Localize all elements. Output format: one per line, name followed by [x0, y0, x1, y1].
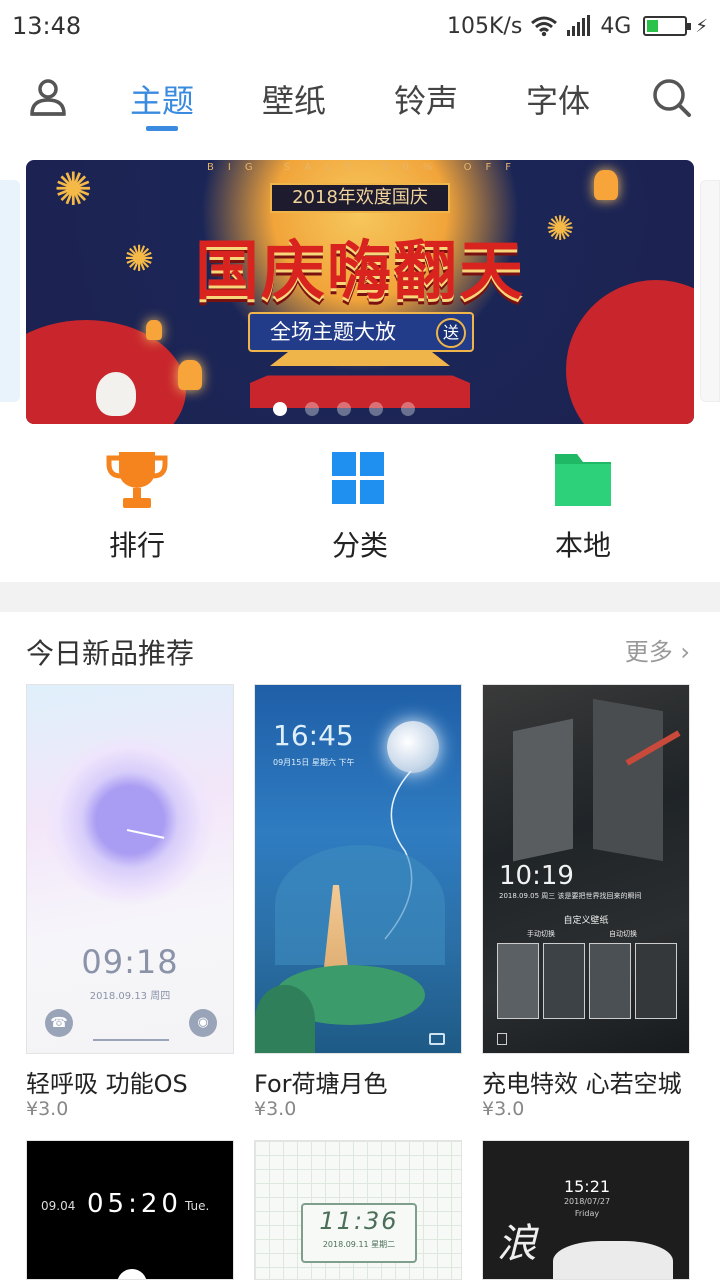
preview-date: 2018.09.13 周四 [89, 991, 171, 1002]
more-link-label: 更多 [624, 638, 673, 666]
entry-category-label: 分类 [331, 529, 388, 562]
theme-preview: 11:36 2018.09.11 星期二 [254, 1140, 462, 1280]
entry-category[interactable]: 分类 [280, 448, 440, 562]
active-tab-indicator [146, 126, 178, 131]
banner-page-dot-active[interactable] [273, 402, 287, 416]
status-bar: 13:48 105K/s 4G ⚡ [0, 0, 720, 52]
rabbit-decoration [96, 372, 136, 416]
lantern-decoration [178, 360, 202, 390]
lantern-decoration [146, 320, 162, 340]
unlock-bar-decoration [93, 1039, 169, 1041]
banner-page-dot[interactable] [305, 402, 319, 416]
banner-next-peek[interactable] [700, 180, 720, 402]
grid-icon [332, 452, 384, 504]
preview-option-a: 手动切换 [527, 930, 555, 938]
banner-subtitle: 全场主题大放 送 [248, 312, 474, 352]
section-divider [0, 582, 720, 612]
battery-icon [643, 16, 692, 36]
preview-clock: 10:19 [499, 861, 574, 891]
banner-subtitle-text: 全场主题大放 [270, 320, 396, 344]
preview-clock: 09:18 [81, 943, 179, 981]
preview-clock: 11:36 [319, 1207, 399, 1235]
folder-icon [555, 454, 611, 506]
preview-clock: 15:21 [563, 1177, 611, 1196]
preview-date: 2018.09.05 周三 该是要把世界找回来的瞬间 [499, 892, 642, 900]
banner-page-dot[interactable] [337, 402, 351, 416]
theme-name: For荷塘月色 [254, 1070, 388, 1098]
theme-price: ¥3.0 [254, 1098, 297, 1120]
building-decoration [593, 698, 663, 862]
section-title: 今日新品推荐 [26, 637, 195, 670]
preview-date: 2018.09.11 星期二 [322, 1240, 396, 1249]
preview-date: 2018/07/27 [563, 1197, 611, 1206]
banner-page-dot[interactable] [369, 402, 383, 416]
signal-icon [567, 15, 591, 36]
battery-mini-icon [497, 1033, 507, 1045]
calligraphy-decoration: 浪 [497, 1221, 537, 1267]
battery-level [647, 20, 659, 32]
theme-price: ¥3.0 [482, 1098, 525, 1120]
charging-icon: ⚡ [695, 15, 708, 37]
banner-title: 国庆嗨翻天 [195, 234, 525, 309]
firework-decoration: ✺ [124, 239, 155, 280]
moon-decoration [117, 1269, 147, 1279]
entry-local[interactable]: 本地 [503, 448, 663, 562]
top-nav: 主题 壁纸 铃声 字体 [0, 60, 720, 140]
theme-preview: 09.04 05:20 Tue. [26, 1140, 234, 1280]
firework-decoration: ✺ [54, 162, 93, 216]
building-decoration [513, 718, 573, 862]
mountain-decoration [275, 845, 445, 965]
theme-price: ¥3.0 [26, 1098, 69, 1120]
tab-ringtone[interactable]: 铃声 [371, 76, 481, 122]
theme-preview: 09:18 2018.09.13 周四 ☎ ◉ [26, 684, 234, 1054]
tab-theme[interactable]: 主题 [107, 76, 217, 122]
phone-icon: ☎ [45, 1009, 73, 1037]
banner-tag: 2018年欢度国庆 [270, 183, 450, 213]
more-link[interactable]: 更多 › [625, 632, 690, 667]
preview-wallpaper-strip [497, 943, 677, 1019]
banner-tiny-text: BIG SALE 50% OFF [207, 162, 525, 173]
theme-preview: 16:45 09月15日 星期六 下午 [254, 684, 462, 1054]
entry-local-label: 本地 [554, 529, 611, 562]
moon-decoration [387, 721, 439, 773]
user-icon[interactable] [26, 76, 70, 120]
preview-menu-title: 自定义壁纸 [563, 916, 609, 926]
lotus-leaf-decoration [255, 985, 315, 1053]
preview-option-b: 自动切换 [609, 930, 637, 938]
camera-icon [429, 1033, 445, 1045]
trophy-icon [106, 452, 168, 508]
theme-preview: 15:21 2018/07/27 Friday 浪 [482, 1140, 690, 1280]
lantern-decoration [594, 170, 618, 200]
portrait-decoration [553, 1241, 673, 1279]
banner-cloud-right [566, 280, 694, 424]
chevron-right-icon: › [680, 638, 690, 666]
search-icon[interactable] [650, 76, 694, 120]
status-indicators: 105K/s 4G ⚡ [447, 14, 708, 39]
breath-circle-decoration [45, 735, 215, 905]
tab-font[interactable]: 字体 [503, 76, 613, 122]
entry-ranking[interactable]: 排行 [57, 448, 217, 562]
status-time: 13:48 [12, 12, 82, 40]
network-type: 4G [600, 13, 632, 39]
banner-badge: 送 [436, 318, 466, 348]
theme-name: 轻呼吸 功能OS [26, 1070, 188, 1098]
camera-icon: ◉ [189, 1009, 217, 1037]
preview-date: 09月15日 星期六 下午 [273, 758, 355, 767]
banner-page-dot[interactable] [401, 402, 415, 416]
palace-roof-decoration [270, 352, 450, 366]
banner-prev-peek[interactable] [0, 180, 20, 402]
theme-name: 充电特效 心若空城 [482, 1070, 682, 1098]
preview-day: Tue. [185, 1199, 210, 1213]
entry-ranking-label: 排行 [108, 529, 165, 562]
preview-date: 09.04 [41, 1199, 76, 1213]
network-speed: 105K/s [447, 13, 523, 39]
preview-clock: 05:20 [87, 1189, 182, 1219]
theme-preview: 10:19 2018.09.05 周三 该是要把世界找回来的瞬间 自定义壁纸 手… [482, 684, 690, 1054]
preview-clock: 16:45 [273, 719, 354, 752]
tab-wallpaper[interactable]: 壁纸 [239, 76, 349, 122]
wifi-icon [531, 16, 558, 37]
